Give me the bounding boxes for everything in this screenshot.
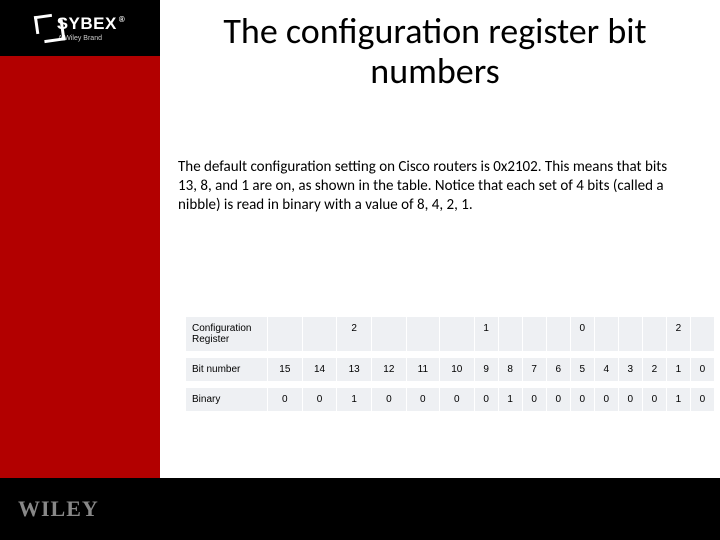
table-cell: 13 bbox=[337, 358, 372, 382]
table-cell bbox=[642, 317, 666, 352]
table-cell: 0 bbox=[642, 388, 666, 412]
table-cell bbox=[546, 317, 570, 352]
table-cell: 1 bbox=[337, 388, 372, 412]
table-cell: 0 bbox=[439, 388, 474, 412]
table-cell: 0 bbox=[546, 388, 570, 412]
table-cell: 0 bbox=[690, 388, 714, 412]
table-cell bbox=[302, 317, 337, 352]
table-cell: 6 bbox=[546, 358, 570, 382]
table-cell: 0 bbox=[268, 388, 303, 412]
table-cell: 1 bbox=[474, 317, 498, 352]
table-cell: 10 bbox=[439, 358, 474, 382]
table-cell: 2 bbox=[642, 358, 666, 382]
table-cell: 9 bbox=[474, 358, 498, 382]
table-cell: 12 bbox=[372, 358, 407, 382]
table-cell bbox=[406, 317, 439, 352]
table-cell bbox=[690, 317, 714, 352]
table-cell: 0 bbox=[594, 388, 618, 412]
config-register-table: Configuration Register2102Bit number1514… bbox=[185, 316, 715, 412]
sybex-logo: SYBEX® A Wiley Brand bbox=[0, 0, 160, 56]
table-cell: 7 bbox=[522, 358, 546, 382]
table-cell: 0 bbox=[618, 388, 642, 412]
table-cell: 0 bbox=[522, 388, 546, 412]
table-cell: 0 bbox=[570, 388, 594, 412]
table-cell bbox=[498, 317, 522, 352]
slide-title: The configuration register bit numbers bbox=[170, 12, 700, 91]
table-cell: 0 bbox=[474, 388, 498, 412]
table-cell: 1 bbox=[666, 388, 690, 412]
table-cell: 14 bbox=[302, 358, 337, 382]
table-cell: 0 bbox=[302, 388, 337, 412]
table-cell bbox=[372, 317, 407, 352]
table-cell: 1 bbox=[498, 388, 522, 412]
table-row-label: Binary bbox=[186, 388, 268, 412]
table-cell: 0 bbox=[570, 317, 594, 352]
sybex-mark-icon bbox=[34, 14, 54, 34]
table-cell: 0 bbox=[406, 388, 439, 412]
table-cell: 1 bbox=[666, 358, 690, 382]
table-cell bbox=[594, 317, 618, 352]
table-cell: 0 bbox=[372, 388, 407, 412]
wiley-footer: WILEY bbox=[0, 478, 720, 540]
table-cell: 0 bbox=[690, 358, 714, 382]
table-cell bbox=[268, 317, 303, 352]
table-cell: 4 bbox=[594, 358, 618, 382]
table-cell bbox=[439, 317, 474, 352]
table-cell: 5 bbox=[570, 358, 594, 382]
table-row-label: Bit number bbox=[186, 358, 268, 382]
table-row-label: Configuration Register bbox=[186, 317, 268, 352]
table-cell: 2 bbox=[337, 317, 372, 352]
sidebar-red bbox=[0, 0, 160, 478]
wiley-logo: WILEY bbox=[18, 496, 99, 522]
table-cell bbox=[618, 317, 642, 352]
table-cell: 3 bbox=[618, 358, 642, 382]
table-cell: 2 bbox=[666, 317, 690, 352]
table-cell: 15 bbox=[268, 358, 303, 382]
table-cell: 8 bbox=[498, 358, 522, 382]
table-cell: 11 bbox=[406, 358, 439, 382]
table-cell bbox=[522, 317, 546, 352]
sybex-brand-text: SYBEX® bbox=[57, 14, 126, 34]
slide-paragraph: The default configuration setting on Cis… bbox=[178, 158, 688, 216]
